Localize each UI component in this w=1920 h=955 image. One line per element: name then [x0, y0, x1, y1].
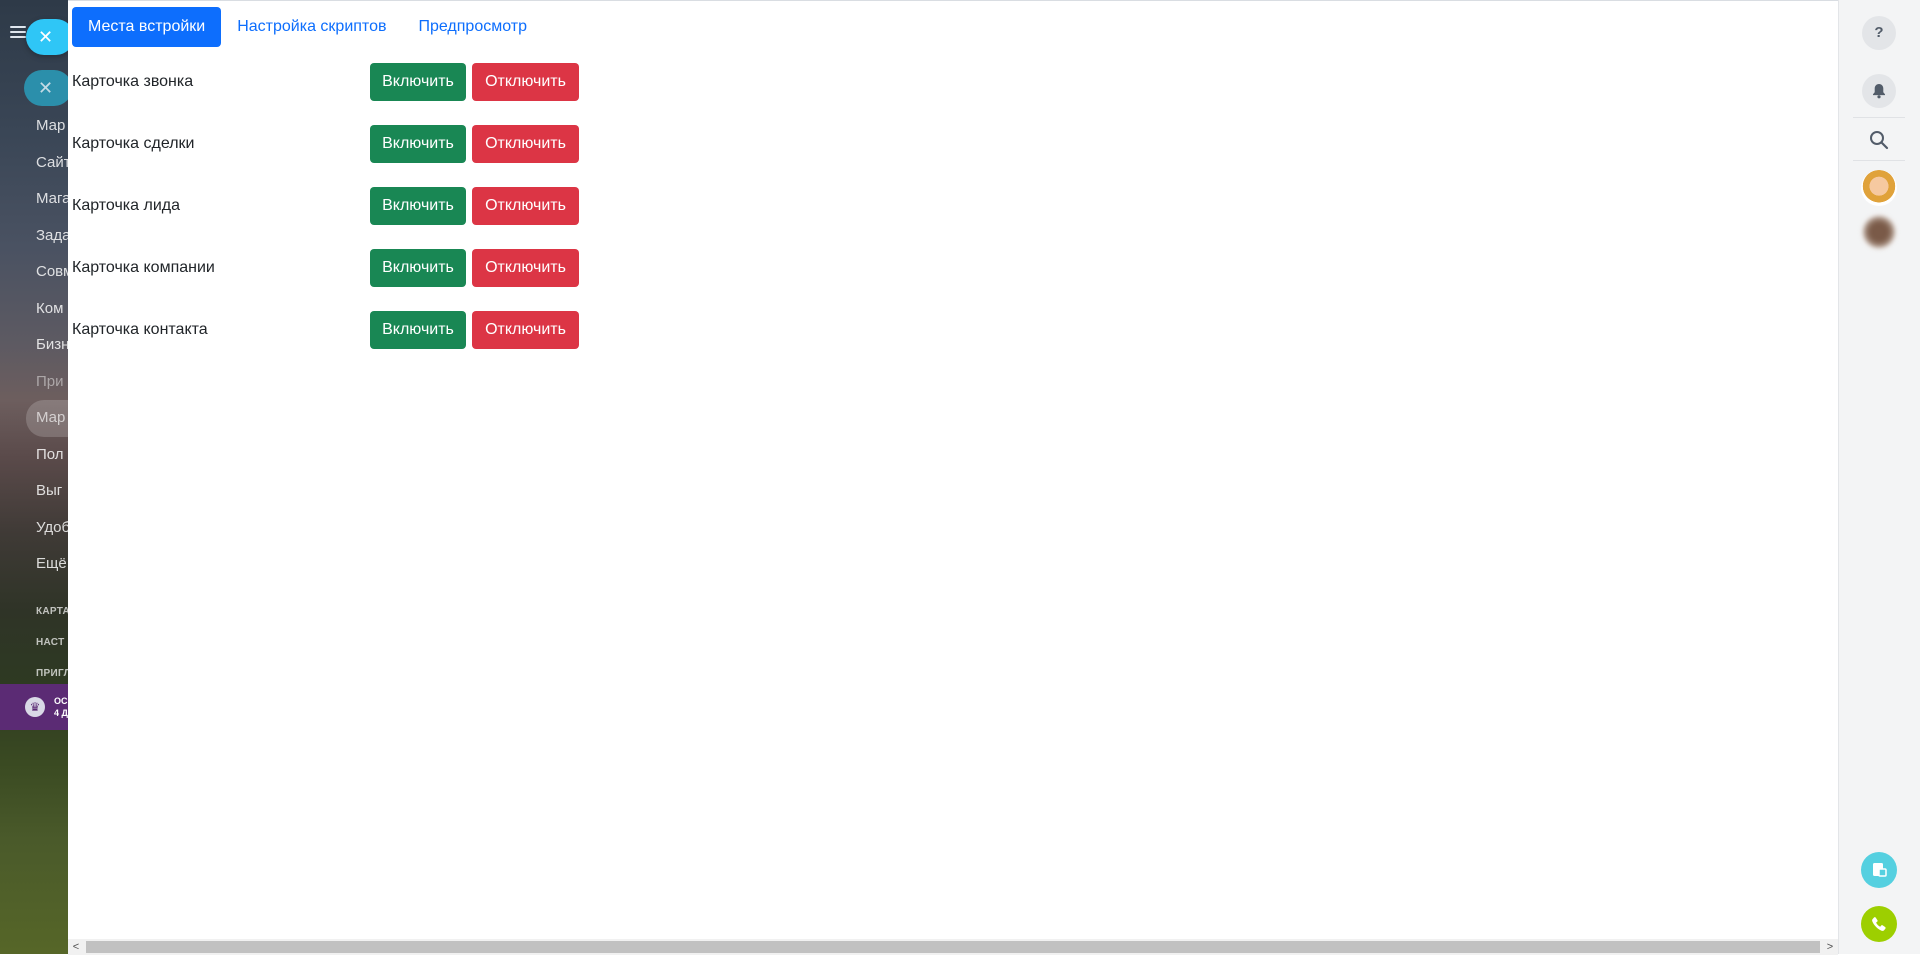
toolbar-divider: [1853, 117, 1905, 118]
close-slider-button-secondary[interactable]: ✕: [24, 70, 68, 106]
scroll-left-arrow-icon[interactable]: <: [68, 939, 84, 955]
bell-icon[interactable]: [1862, 74, 1896, 108]
scroll-right-arrow-icon[interactable]: >: [1822, 939, 1838, 955]
placement-label: Карточка контакта: [72, 321, 208, 338]
enable-button[interactable]: Включить: [370, 311, 466, 349]
enable-button[interactable]: Включить: [370, 63, 466, 101]
sidebar-item[interactable]: При: [0, 364, 68, 401]
placement-label: Карточка сделки: [72, 135, 195, 152]
sidebar-item-more[interactable]: Ещё: [0, 546, 68, 583]
sidebar-item[interactable]: Мар: [0, 108, 68, 145]
disable-button[interactable]: Отключить: [472, 187, 579, 225]
scrollbar-thumb[interactable]: [86, 941, 1820, 953]
sidebar-item[interactable]: Выг: [0, 473, 68, 510]
document-icon[interactable]: [1861, 852, 1897, 888]
promo-line-1: ОС: [54, 696, 68, 706]
enable-button[interactable]: Включить: [370, 249, 466, 287]
horizontal-scrollbar[interactable]: < >: [68, 939, 1838, 955]
help-icon[interactable]: ?: [1862, 16, 1896, 50]
placement-label: Карточка звонка: [72, 73, 194, 90]
left-sidebar: ✕ ✕ Мар Сайт Мага Зада Совм Ком Бизн При…: [0, 0, 68, 954]
tab-script-settings[interactable]: Настройка скриптов: [221, 7, 402, 47]
sidebar-item-active[interactable]: Мар: [26, 400, 68, 437]
right-toolbar: ?: [1838, 0, 1920, 954]
sidebar-item[interactable]: Удоб: [0, 510, 68, 547]
disable-button[interactable]: Отключить: [472, 249, 579, 287]
sidebar-footer-links: КАРТА НАСТ ПРИГЛ: [0, 596, 68, 689]
placement-label: Карточка компании: [72, 259, 215, 276]
enable-button[interactable]: Включить: [370, 187, 466, 225]
enable-button[interactable]: Включить: [370, 125, 466, 163]
sidebar-item[interactable]: Бизн: [0, 327, 68, 364]
sidebar-item[interactable]: Пол: [0, 437, 68, 474]
sidebar-menu: Мар Сайт Мага Зада Совм Ком Бизн При Мар…: [0, 108, 68, 583]
promo-banner[interactable]: ♛ ОС 4 Д: [0, 684, 68, 730]
close-slider-button[interactable]: ✕: [26, 19, 68, 55]
menu-burger-icon[interactable]: [10, 26, 26, 38]
sidebar-item[interactable]: Сайт: [0, 145, 68, 182]
sidebar-footer-link[interactable]: КАРТА: [0, 596, 68, 627]
phone-icon[interactable]: [1861, 906, 1897, 942]
sidebar-item[interactable]: Совм: [0, 254, 68, 291]
sidebar-item[interactable]: Зада: [0, 218, 68, 255]
crown-icon: ♛: [25, 697, 45, 717]
sidebar-footer-link[interactable]: НАСТ: [0, 627, 68, 658]
main-panel: Места встройки Настройка скриптов Предпр…: [68, 0, 1838, 955]
user-avatar[interactable]: [1861, 214, 1897, 250]
promo-line-2: 4 Д: [54, 708, 68, 718]
tab-placements[interactable]: Места встройки: [72, 7, 222, 47]
toolbar-divider: [1853, 160, 1905, 161]
sidebar-item[interactable]: Ком: [0, 291, 68, 328]
placement-label: Карточка лида: [72, 197, 180, 214]
disable-button[interactable]: Отключить: [472, 63, 579, 101]
disable-button[interactable]: Отключить: [472, 125, 579, 163]
search-icon[interactable]: [1867, 128, 1891, 152]
tab-bar: Места встройки Настройка скриптов Предпр…: [72, 7, 543, 47]
user-avatar[interactable]: [1861, 170, 1897, 206]
sidebar-item[interactable]: Мага: [0, 181, 68, 218]
tab-preview[interactable]: Предпросмотр: [402, 7, 543, 47]
disable-button[interactable]: Отключить: [472, 311, 579, 349]
